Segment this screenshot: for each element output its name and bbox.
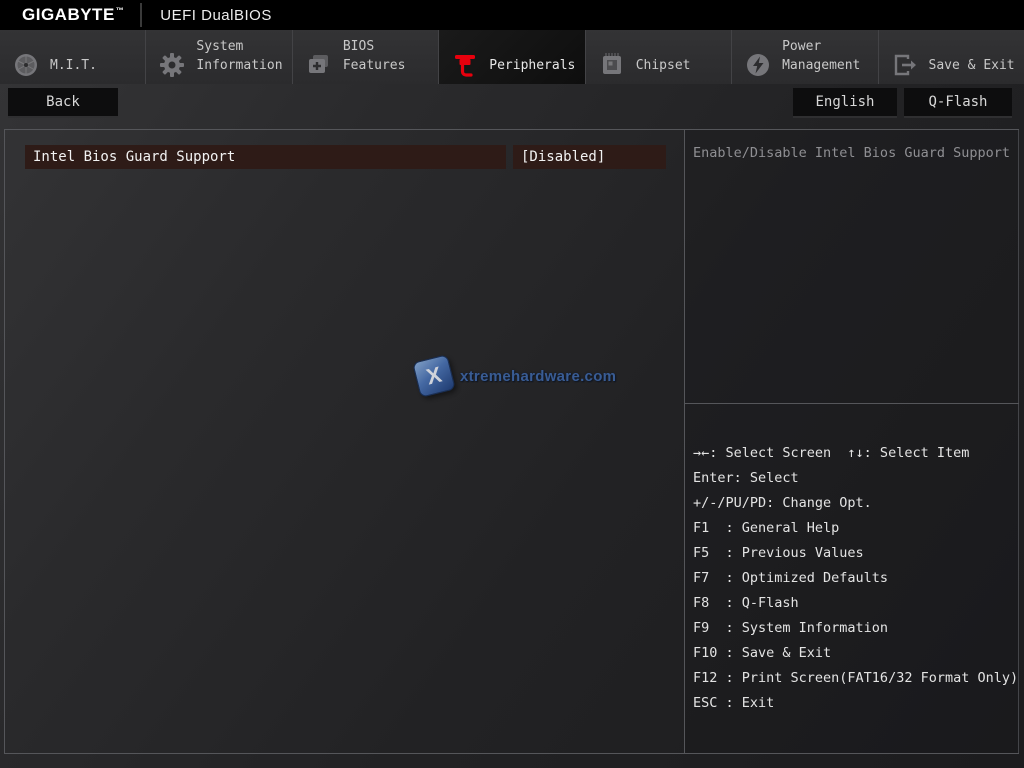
folder-plus-icon	[308, 55, 328, 73]
shortcut-line: F7 : Optimized Defaults	[693, 570, 889, 586]
tab-label: Peripherals	[489, 58, 576, 74]
peripherals-icon	[455, 55, 476, 77]
exit-door-icon	[894, 54, 916, 76]
qflash-button[interactable]: Q-Flash	[904, 88, 1012, 118]
gigabyte-logo: GIGABYTE™	[22, 5, 125, 24]
keyboard-shortcuts: →←: Select Screen ↑↓: Select Item Enter:…	[685, 404, 1019, 716]
tab-label: M.I.T.	[50, 58, 97, 74]
language-button[interactable]: English	[793, 88, 897, 118]
tab-save-exit[interactable]: Save & Exit	[878, 30, 1024, 84]
tab-system-information[interactable]: System Information	[146, 30, 293, 84]
chip-icon	[602, 53, 621, 74]
shortcut-line: F10 : Save & Exit	[693, 645, 832, 661]
gear-icon	[160, 53, 185, 77]
tab-label: BIOS Features	[342, 39, 406, 74]
tab-label: Chipset	[635, 58, 691, 74]
option-value[interactable]: [Disabled]	[513, 145, 666, 169]
option-label[interactable]: Intel Bios Guard Support	[25, 145, 506, 169]
tab-bar: M.I.T. System Information BIOS Features	[0, 30, 1024, 84]
tab-label: System Information	[196, 39, 283, 74]
shortcut-line: F9 : System Information	[693, 620, 889, 636]
trademark-symbol: ™	[115, 6, 125, 16]
tab-chipset[interactable]: Chipset	[585, 30, 733, 84]
tab-label: Power Management	[782, 39, 861, 74]
shortcut-line: +/-/PU/PD: Change Opt.	[693, 495, 872, 511]
disc-icon	[15, 54, 37, 76]
tab-peripherals[interactable]: Peripherals	[439, 30, 586, 84]
shortcut-line: F5 : Previous Values	[693, 545, 864, 561]
top-bar: GIGABYTE™ UEFI DualBIOS	[0, 0, 1024, 30]
shortcut-line: ESC : Exit	[693, 695, 775, 711]
help-text: Enable/Disable Intel Bios Guard Support	[693, 145, 1010, 161]
settings-pane: Intel Bios Guard Support [Disabled]	[5, 130, 684, 753]
help-section: Enable/Disable Intel Bios Guard Support	[685, 130, 1019, 404]
shortcut-line: F12 : Print Screen(FAT16/32 Format Only)	[693, 670, 1019, 686]
bios-title: UEFI DualBIOS	[160, 6, 272, 24]
back-button[interactable]: Back	[8, 88, 118, 118]
tab-power-management[interactable]: Power Management	[732, 30, 879, 84]
shortcut-line: →←: Select Screen ↑↓: Select Item	[693, 445, 970, 461]
shortcut-line: F1 : General Help	[693, 520, 840, 536]
option-row-intel-bios-guard: Intel Bios Guard Support [Disabled]	[25, 145, 666, 169]
shortcut-line: F8 : Q-Flash	[693, 595, 799, 611]
shortcut-line: Enter: Select	[693, 470, 799, 486]
lightning-icon	[747, 54, 770, 76]
help-pane: Enable/Disable Intel Bios Guard Support …	[684, 130, 1019, 753]
tab-mit[interactable]: M.I.T.	[0, 30, 147, 84]
topbar-divider	[140, 3, 143, 27]
main-content-box: Intel Bios Guard Support [Disabled] Enab…	[4, 129, 1019, 754]
tab-bios-features[interactable]: BIOS Features	[292, 30, 440, 84]
tab-label: Save & Exit	[928, 58, 1015, 74]
